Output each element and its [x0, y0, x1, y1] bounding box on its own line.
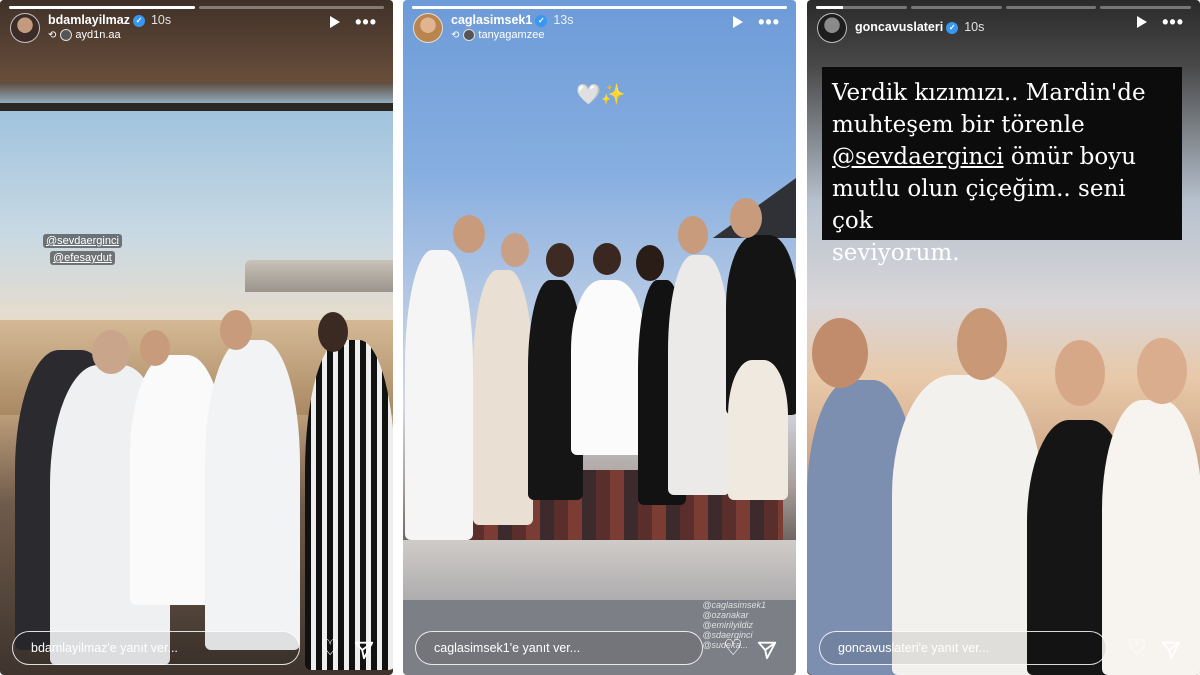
head [593, 243, 621, 275]
avatar[interactable] [817, 13, 847, 43]
more-options-icon[interactable]: ••• [1162, 12, 1184, 33]
story-card-goncavuslateri[interactable]: goncavuslateri ✓ 10s ••• Verdik kızımızı..… [807, 0, 1200, 675]
repost-icon: ⟲ [451, 30, 460, 41]
heart-icon[interactable]: ♡ [1127, 635, 1147, 661]
story-header: bdamlayilmaz ✓ 10s ⟲ ayd1n.aa ••• [10, 10, 383, 50]
heart-icon[interactable]: ♡ [320, 635, 340, 661]
pergola-beam [0, 103, 393, 111]
repost-source[interactable]: ⟲ ayd1n.aa [48, 29, 121, 42]
bride-white-dress [1102, 400, 1200, 675]
send-icon[interactable] [353, 639, 375, 661]
timestamp: 10s [150, 13, 172, 27]
person-cream-trousers [728, 360, 788, 500]
story-progress [9, 6, 384, 9]
timestamp: 10s [964, 20, 985, 34]
reply-input[interactable]: goncavuslateri'e yanıt ver... [819, 631, 1107, 665]
send-icon[interactable] [756, 639, 778, 661]
mini-avatar [463, 29, 476, 42]
story-card-bdamlayilmaz[interactable]: bdamlayilmaz ✓ 10s ⟲ ayd1n.aa ••• @sevdaerg… [0, 0, 393, 675]
guest-head [318, 312, 348, 352]
reply-input[interactable]: bdamlayilmaz'e yanıt ver... [12, 631, 300, 665]
head [636, 245, 664, 281]
guest-head [92, 330, 130, 374]
repost-source[interactable]: ⟲ tanyagamzee [451, 29, 544, 42]
username[interactable]: bdamlayilmaz ✓ 10s [48, 13, 171, 27]
username[interactable]: caglasimsek1 ✓ 13s [451, 13, 573, 27]
groom [205, 340, 300, 650]
story-card-caglasimsek1[interactable]: caglasimsek1 ✓ 13s ⟲ tanyagamzee ••• 🤍✨ @ca… [403, 0, 796, 675]
head [1137, 338, 1187, 404]
head [1055, 340, 1105, 406]
reply-input[interactable]: caglasimsek1'e yanıt ver... [415, 631, 703, 665]
story-progress [816, 6, 1191, 9]
more-options-icon[interactable]: ••• [355, 12, 377, 33]
mention-link[interactable]: @sevdaerginci [832, 144, 1004, 170]
story-header: goncavuslateri ✓ 10s ••• [817, 10, 1190, 50]
send-icon[interactable] [1160, 639, 1182, 661]
play-icon[interactable] [733, 16, 743, 28]
story-progress [412, 6, 787, 9]
text-overlay: Verdik kızımızı.. Mardin'de muhteşem bir… [822, 67, 1182, 266]
verified-icon: ✓ [535, 14, 548, 27]
timestamp: 13s [553, 13, 574, 27]
head [957, 308, 1007, 380]
mini-avatar [60, 29, 73, 42]
person-light-shirt [668, 255, 730, 495]
story-header: caglasimsek1 ✓ 13s ⟲ tanyagamzee ••• [413, 10, 786, 50]
person-white-shirt [405, 250, 473, 540]
head [546, 243, 574, 277]
verified-icon: ✓ [946, 21, 959, 34]
head [501, 233, 529, 267]
mention-tag[interactable]: @efesaydut [50, 251, 115, 265]
play-icon[interactable] [1137, 16, 1147, 28]
bride-head [140, 330, 170, 366]
avatar[interactable] [10, 13, 40, 43]
verified-icon: ✓ [132, 14, 145, 27]
head [678, 216, 708, 254]
man-white-shirt [892, 375, 1042, 675]
play-icon[interactable] [330, 16, 340, 28]
guest-striped-skirt [305, 340, 393, 670]
head [453, 215, 485, 253]
umbrella [245, 260, 393, 292]
more-options-icon[interactable]: ••• [758, 12, 780, 33]
heart-sparkle-sticker: 🤍✨ [576, 84, 626, 106]
repost-icon: ⟲ [48, 30, 57, 41]
head [730, 198, 762, 238]
bride-white-dress [571, 280, 646, 455]
avatar[interactable] [413, 13, 443, 43]
person-floral-dress [473, 270, 533, 525]
groom-head [220, 310, 252, 350]
heart-icon[interactable]: ♡ [723, 635, 743, 661]
head [812, 318, 868, 388]
mention-tag[interactable]: @sevdaerginci [43, 234, 122, 248]
username[interactable]: goncavuslateri ✓ 10s [855, 20, 984, 34]
